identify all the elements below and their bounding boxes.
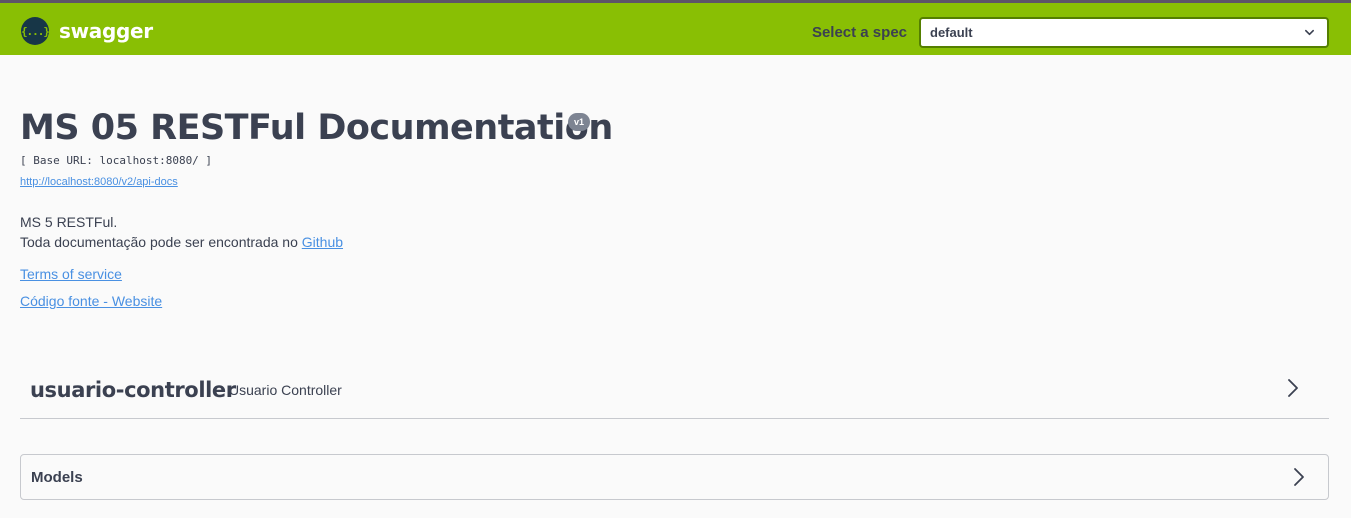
chevron-right-icon[interactable] <box>1287 378 1299 398</box>
spec-select[interactable]: default <box>919 17 1329 48</box>
source-code-website-link[interactable]: Código fonte - Website <box>20 293 162 309</box>
description-line-2: Toda documentação pode ser encontrada no… <box>20 232 343 252</box>
swagger-logo[interactable]: {...} swagger <box>21 16 153 46</box>
logo-text: swagger <box>59 19 153 43</box>
version-badge: v1 <box>568 113 591 131</box>
base-url: [ Base URL: localhost:8080/ ] <box>20 154 213 167</box>
api-description: MS 5 RESTFul. Toda documentação pode ser… <box>20 212 343 252</box>
topbar: {...} swagger Select a spec default <box>0 3 1351 55</box>
controller-section-usuario[interactable]: usuario-controller Usuario Controller <box>20 365 1329 419</box>
controller-description: Usuario Controller <box>229 382 342 398</box>
chevron-down-icon <box>1305 29 1314 36</box>
spec-select-value: default <box>930 25 973 40</box>
api-title: MS 05 RESTFul Documentation <box>20 108 613 148</box>
logo-symbol: {...} <box>20 24 50 38</box>
description-line-2-text: Toda documentação pode ser encontrada no <box>20 234 302 250</box>
github-link[interactable]: Github <box>302 234 343 250</box>
api-docs-link[interactable]: http://localhost:8080/v2/api-docs <box>20 176 178 188</box>
models-section[interactable]: Models <box>20 454 1329 500</box>
terms-of-service-link[interactable]: Terms of service <box>20 266 122 282</box>
models-title: Models <box>31 469 83 486</box>
select-spec-label: Select a spec <box>811 24 907 41</box>
chevron-right-icon[interactable] <box>1293 467 1305 487</box>
controller-name: usuario-controller <box>30 378 236 402</box>
swagger-logo-icon: {...} <box>20 17 50 45</box>
description-line-1: MS 5 RESTFul. <box>20 214 118 230</box>
